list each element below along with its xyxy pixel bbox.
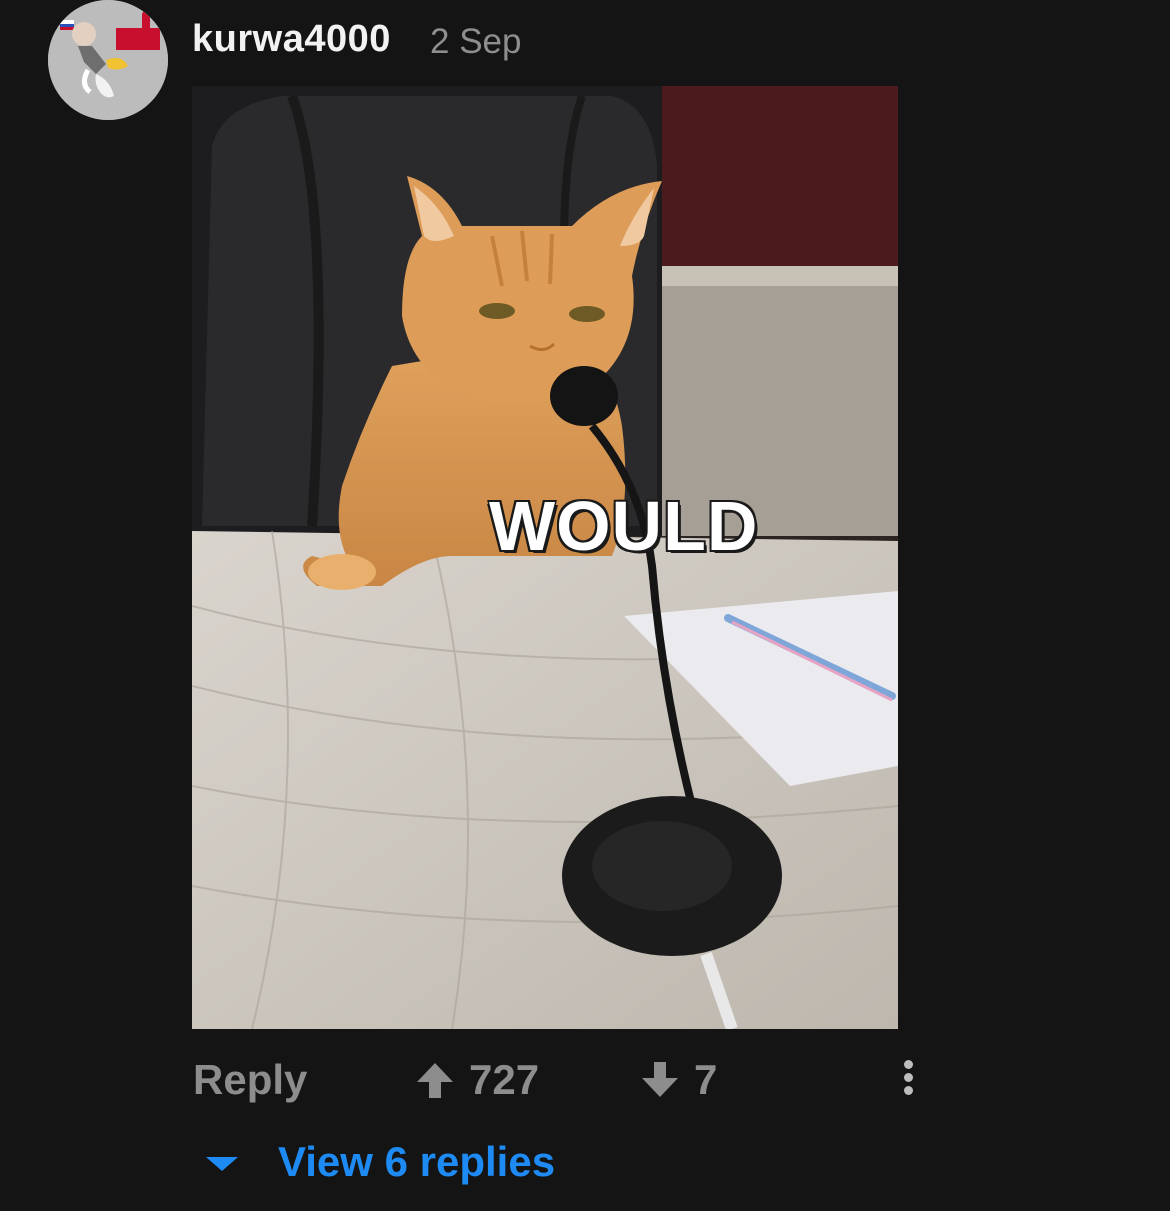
username[interactable]: kurwa4000 <box>192 18 391 61</box>
upvote-button[interactable]: 727 <box>415 1056 539 1104</box>
upvote-count: 727 <box>469 1056 540 1103</box>
more-vertical-icon[interactable] <box>896 1060 920 1100</box>
view-replies-button[interactable]: View 6 replies <box>200 1138 555 1186</box>
meme-caption: WOULD <box>489 487 759 565</box>
downvote-count: 7 <box>694 1056 718 1103</box>
arrow-up-icon <box>417 1063 453 1098</box>
reply-button[interactable]: Reply <box>193 1056 307 1104</box>
comment: kurwa4000 2 Sep WOULD Reply 727 7 View 6… <box>0 0 1170 1211</box>
cat-microphone-meme-image[interactable]: WOULD <box>192 86 898 1029</box>
caret-down-icon <box>206 1157 238 1171</box>
view-replies-label: View 6 replies <box>278 1138 556 1185</box>
downvote-button[interactable]: 7 <box>640 1056 717 1104</box>
timestamp: 2 Sep <box>430 22 522 61</box>
user-avatar-icon[interactable] <box>48 0 168 120</box>
arrow-down-icon <box>642 1062 678 1097</box>
comment-actions: Reply 727 7 <box>0 1052 1170 1112</box>
